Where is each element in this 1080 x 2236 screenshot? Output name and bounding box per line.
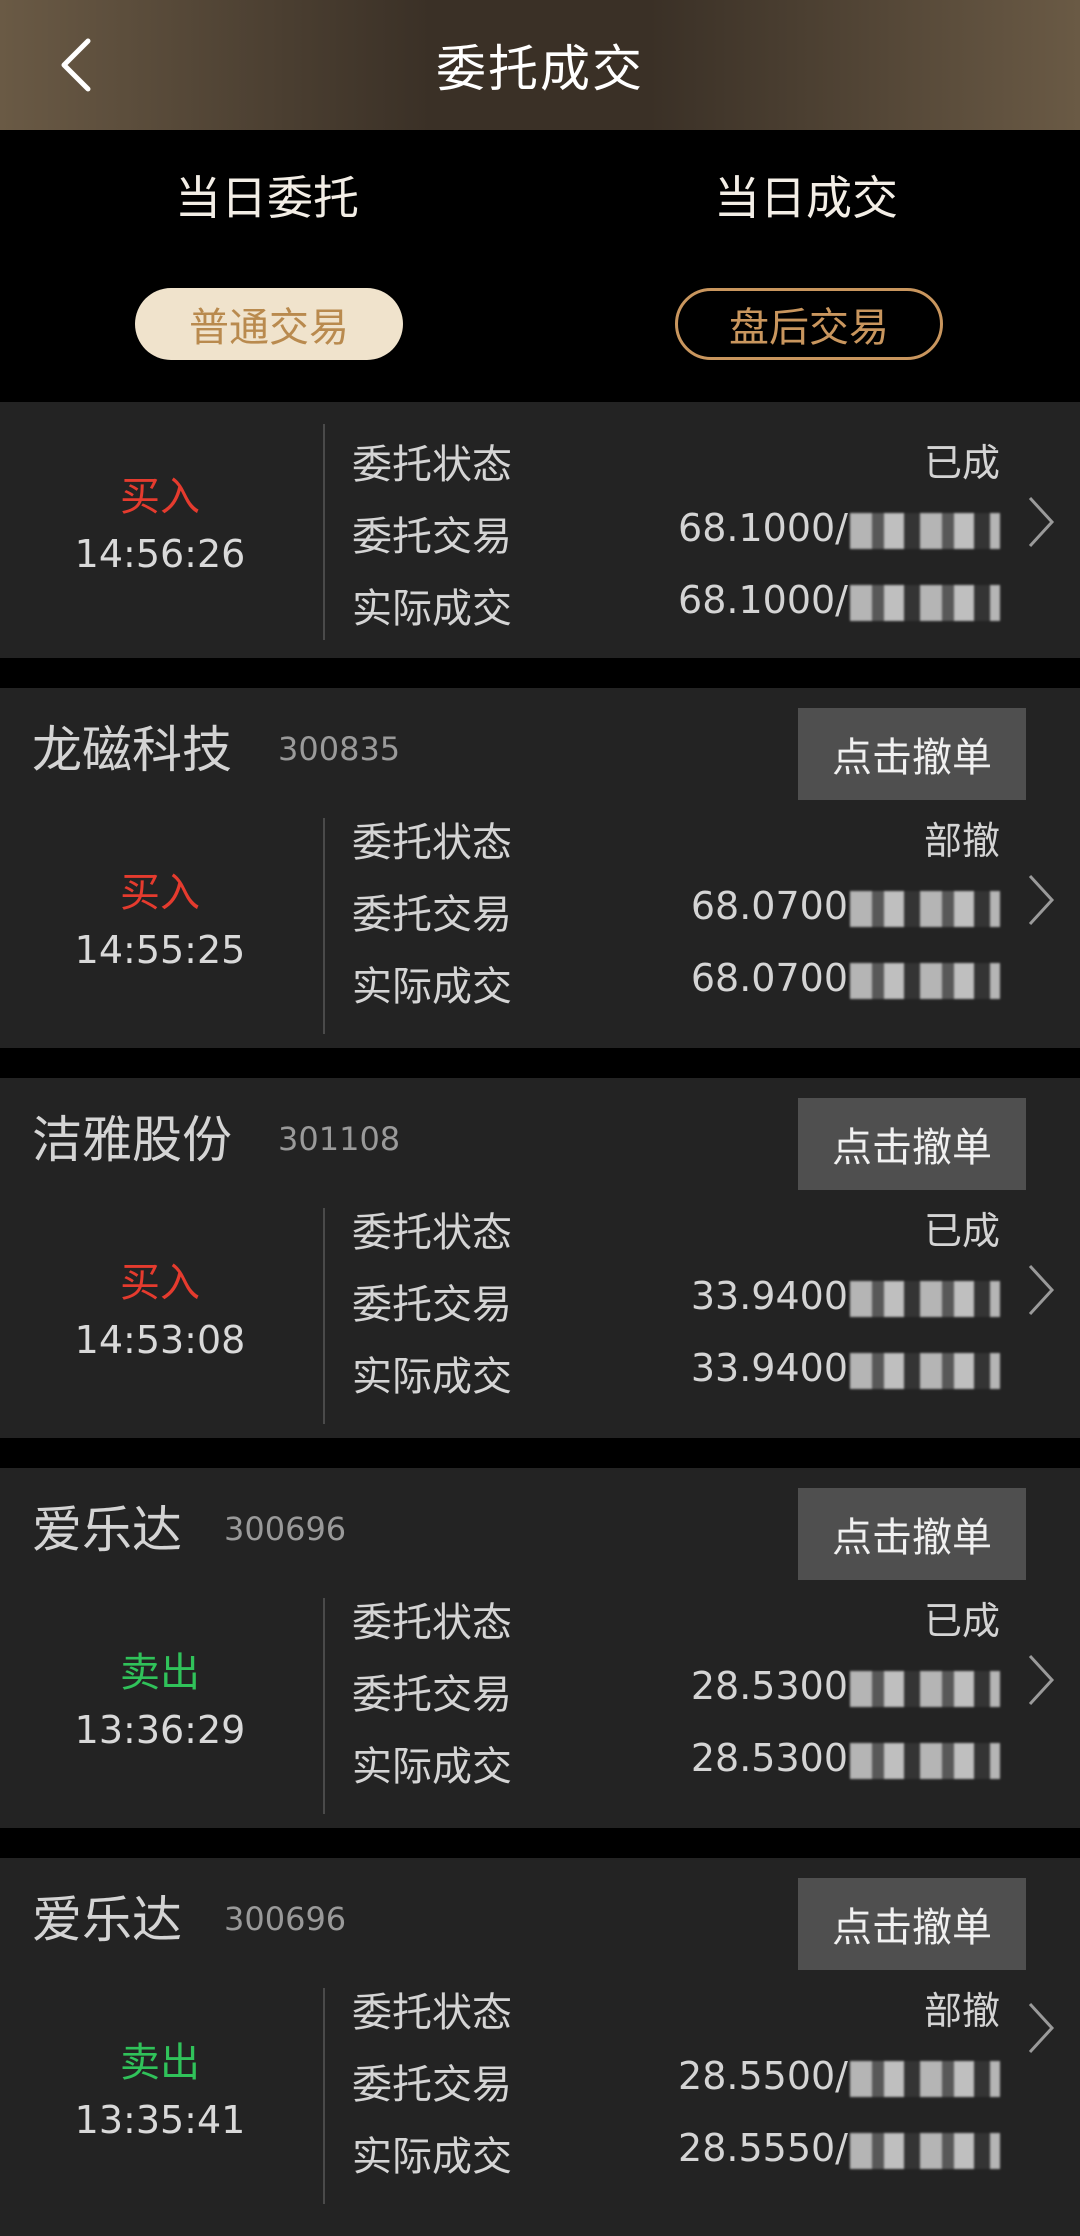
masked-quantity [850,1352,1000,1389]
chevron-right-icon[interactable] [1020,1650,1060,1710]
order-time: 14:56:26 [74,532,246,576]
stock-code: 301108 [278,1120,401,1158]
masked-quantity [850,1280,1000,1317]
order-time: 13:36:29 [74,1708,246,1752]
chevron-right-icon[interactable] [1020,492,1060,552]
actual-price: 28.5550/ [678,2126,1000,2170]
stock-name: 爱乐达 [32,1501,182,1559]
tab-today-orders[interactable]: 当日委托 [175,162,359,228]
actual-label: 实际成交 [352,1354,512,1400]
order-label: 委托交易 [352,514,512,560]
order-action: 卖出 [120,1650,200,1696]
order-card[interactable]: 龙磁科技 300835 点击撤单 买入 14:55:25 委托状态 委托交易 实… [0,688,1080,1048]
order-card[interactable]: 爱乐达 300696 点击撤单 卖出 13:35:41 委托状态 委托交易 实际… [0,1858,1080,2236]
cancel-order-button[interactable]: 点击撤单 [798,1098,1026,1190]
status-value: 已成 [923,1209,1000,1253]
order-price: 28.5500/ [678,2054,1000,2098]
order-details: 买入 14:55:25 委托状态 委托交易 实际成交 部撤 68.0700 68… [0,788,1080,1048]
order-side: 买入 14:56:26 [60,402,260,652]
masked-quantity [850,890,1000,927]
stock-code: 300696 [224,1510,347,1548]
status-label: 委托状态 [352,442,512,488]
status-value: 部撤 [923,1989,1000,2033]
order-action: 买入 [120,1260,200,1306]
page-title: 委托成交 [436,40,644,98]
actual-label: 实际成交 [352,964,512,1010]
order-details: 买入 14:53:08 委托状态 委托交易 实际成交 已成 33.9400 33… [0,1178,1080,1438]
order-side: 卖出 13:36:29 [60,1568,260,1828]
order-price: 68.1000/ [678,506,1000,550]
divider [323,1208,325,1424]
status-label: 委托状态 [352,820,512,866]
actual-label: 实际成交 [352,2134,512,2180]
actual-price: 28.5300 [691,1736,1000,1780]
order-details: 买入 14:56:26 委托状态 委托交易 实际成交 已成 68.1000/ 6… [0,402,1080,658]
order-card[interactable]: 买入 14:56:26 委托状态 委托交易 实际成交 已成 68.1000/ 6… [0,402,1080,658]
chevron-right-icon[interactable] [1020,1998,1060,2058]
order-label: 委托交易 [352,1282,512,1328]
order-side: 买入 14:55:25 [60,788,260,1048]
order-side: 买入 14:53:08 [60,1178,260,1438]
stock-code: 300696 [224,1900,347,1938]
actual-price: 68.1000/ [678,578,1000,622]
order-side: 卖出 13:35:41 [60,1958,260,2218]
order-action: 买入 [120,870,200,916]
order-action: 买入 [120,474,200,520]
order-time: 13:35:41 [74,2098,246,2142]
tab-bar: 当日委托 当日成交 [0,130,1080,250]
chevron-right-icon[interactable] [1020,1260,1060,1320]
order-time: 14:55:25 [74,928,246,972]
order-price: 28.5300 [691,1664,1000,1708]
chevron-right-icon[interactable] [1020,870,1060,930]
order-label: 委托交易 [352,2062,512,2108]
stock-name: 龙磁科技 [32,721,232,779]
order-price: 33.9400 [691,1274,1000,1318]
masked-quantity [850,2132,1000,2169]
masked-quantity [850,584,1000,621]
stock-name: 爱乐达 [32,1891,182,1949]
status-label: 委托状态 [352,1210,512,1256]
masked-quantity [850,1670,1000,1707]
order-action: 卖出 [120,2040,200,2086]
order-card[interactable]: 洁雅股份 301108 点击撤单 买入 14:53:08 委托状态 委托交易 实… [0,1078,1080,1438]
divider [323,424,325,640]
order-price: 68.0700 [691,884,1000,928]
stock-code: 300835 [278,730,401,768]
order-details: 卖出 13:35:41 委托状态 委托交易 实际成交 部撤 28.5500/ 2… [0,1958,1080,2218]
actual-label: 实际成交 [352,586,512,632]
actual-price: 68.0700 [691,956,1000,1000]
cancel-order-button[interactable]: 点击撤单 [798,708,1026,800]
status-value: 部撤 [923,819,1000,863]
order-label: 委托交易 [352,1672,512,1718]
stock-name: 洁雅股份 [32,1111,232,1169]
divider [323,1988,325,2204]
actual-price: 33.9400 [691,1346,1000,1390]
status-value: 已成 [923,441,1000,485]
order-label: 委托交易 [352,892,512,938]
masked-quantity [850,962,1000,999]
status-label: 委托状态 [352,1990,512,2036]
order-time: 14:53:08 [74,1318,246,1362]
chevron-left-icon[interactable] [50,35,110,95]
order-details: 卖出 13:36:29 委托状态 委托交易 实际成交 已成 28.5300 28… [0,1568,1080,1828]
actual-label: 实际成交 [352,1744,512,1790]
top-bar: 委托成交 [0,0,1080,130]
tab-today-trades[interactable]: 当日成交 [714,162,898,228]
filter-after-hours-trade[interactable]: 盘后交易 [675,288,943,360]
cancel-order-button[interactable]: 点击撤单 [798,1878,1026,1970]
status-value: 已成 [923,1599,1000,1643]
masked-quantity [850,1742,1000,1779]
order-card[interactable]: 爱乐达 300696 点击撤单 卖出 13:36:29 委托状态 委托交易 实际… [0,1468,1080,1828]
divider [323,818,325,1034]
masked-quantity [850,512,1000,549]
masked-quantity [850,2060,1000,2097]
status-label: 委托状态 [352,1600,512,1646]
filter-bar: 普通交易 盘后交易 [0,250,1080,400]
divider [323,1598,325,1814]
filter-normal-trade[interactable]: 普通交易 [135,288,403,360]
cancel-order-button[interactable]: 点击撤单 [798,1488,1026,1580]
